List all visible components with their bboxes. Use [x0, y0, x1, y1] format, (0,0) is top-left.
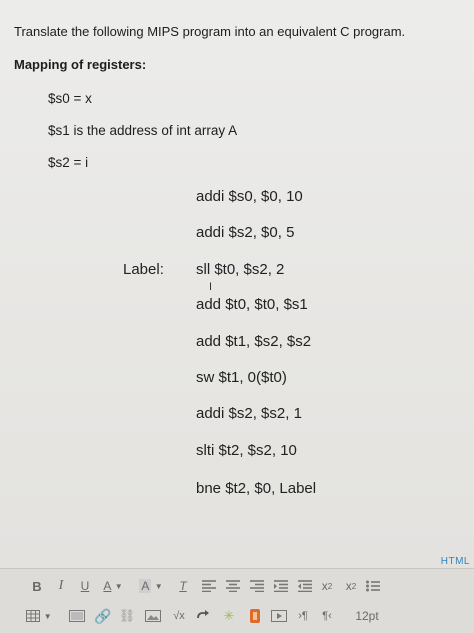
- editor-toolbar: B I U A ▼ A ▼ T x2 x2 ▼ 🔗 ⛓ √x ✳ ›¶ ¶‹ 1…: [0, 568, 474, 633]
- table-icon[interactable]: ▼: [24, 605, 54, 627]
- highlight-color-icon[interactable]: A ▼: [136, 575, 166, 597]
- code-line: addi $s2, $0, 5: [196, 224, 295, 241]
- code-line: addi $s2, $s2, 1: [196, 405, 302, 422]
- font-size-value[interactable]: 12pt: [350, 605, 384, 627]
- equation-icon[interactable]: √x: [168, 605, 190, 627]
- underline-icon[interactable]: U: [74, 575, 96, 597]
- code-line: slti $t2, $s2, 10: [196, 442, 297, 459]
- code-line: add $t1, $s2, $s2: [196, 333, 312, 350]
- code-line: add $t0, $t0, $s1: [196, 296, 308, 313]
- code-label: Label:: [123, 261, 164, 278]
- preview-icon[interactable]: [268, 605, 290, 627]
- accessibility-icon[interactable]: ✳: [218, 605, 240, 627]
- question-title: Translate the following MIPS program int…: [14, 24, 406, 39]
- media-icon[interactable]: [66, 605, 88, 627]
- mapping-i: $s2 = i: [48, 155, 89, 170]
- italic-icon[interactable]: I: [50, 575, 72, 597]
- rtl-icon[interactable]: ¶‹: [316, 605, 338, 627]
- mapping-x: $s0 = x: [48, 91, 92, 106]
- clear-formatting-icon[interactable]: T: [172, 575, 194, 597]
- image-icon[interactable]: [142, 605, 164, 627]
- indent-icon[interactable]: [270, 575, 292, 597]
- subscript-icon[interactable]: x2: [340, 575, 362, 597]
- code-line: sll $t0, $s2, 2: [196, 261, 285, 278]
- code-line: sw $t1, 0($t0): [196, 369, 287, 386]
- code-line: addi $s0, $0, 10: [196, 188, 303, 205]
- link-icon[interactable]: 🔗: [92, 605, 114, 627]
- superscript-icon[interactable]: x2: [316, 575, 338, 597]
- mapping-heading: Mapping of registers:: [14, 57, 147, 72]
- bullet-list-icon[interactable]: [362, 575, 384, 597]
- text-cursor-icon: I: [209, 281, 213, 293]
- align-center-icon[interactable]: [222, 575, 244, 597]
- flash-icon[interactable]: [244, 605, 266, 627]
- ltr-icon[interactable]: ›¶: [292, 605, 314, 627]
- html-mode-link[interactable]: HTML: [441, 556, 470, 567]
- mapping-array: $s1 is the address of int array A: [48, 123, 238, 138]
- bold-icon[interactable]: B: [26, 575, 48, 597]
- outdent-icon[interactable]: [294, 575, 316, 597]
- embed-icon[interactable]: [192, 605, 214, 627]
- align-right-icon[interactable]: [246, 575, 268, 597]
- align-left-icon[interactable]: [198, 575, 220, 597]
- code-line: bne $t2, $0, Label: [196, 480, 317, 497]
- unlink-icon[interactable]: ⛓: [116, 605, 138, 627]
- font-color-icon[interactable]: A ▼: [98, 575, 128, 597]
